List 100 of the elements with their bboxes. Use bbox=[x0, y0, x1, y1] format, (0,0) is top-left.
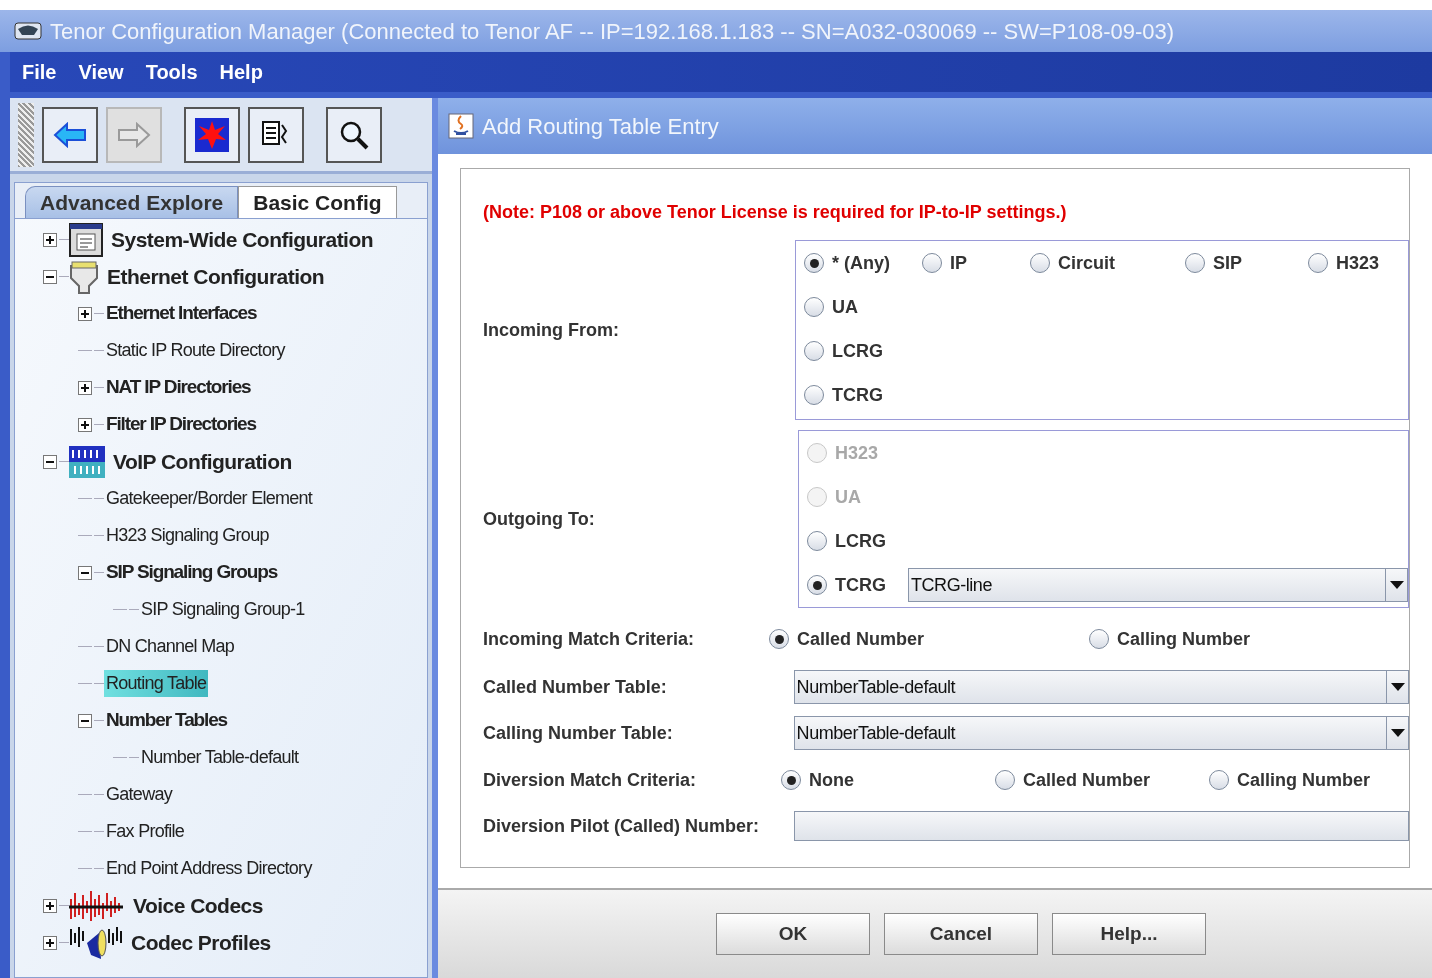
field-label: Called Number Table: bbox=[483, 675, 668, 699]
tree-item[interactable]: End Point Address Directory bbox=[104, 855, 314, 882]
option-label: SIP bbox=[1213, 251, 1242, 275]
expand-toggle[interactable] bbox=[78, 380, 92, 395]
option-label: TCRG bbox=[832, 383, 883, 407]
expand-toggle[interactable] bbox=[78, 417, 92, 432]
dropdown[interactable]: NumberTable-default bbox=[793, 716, 1409, 750]
radio-button[interactable] bbox=[1209, 770, 1229, 790]
radio-button[interactable] bbox=[804, 253, 824, 273]
collapse-toggle[interactable] bbox=[43, 269, 57, 284]
expand-toggle[interactable] bbox=[43, 232, 57, 247]
tree-item[interactable]: SIP Signaling Groups bbox=[104, 558, 280, 587]
tree-item[interactable]: Filter IP Directories bbox=[104, 410, 258, 439]
expand-toggle[interactable] bbox=[78, 306, 92, 321]
radio-button[interactable] bbox=[807, 575, 827, 595]
java-icon bbox=[448, 113, 474, 139]
option-label: H323 bbox=[835, 441, 879, 465]
dialog-button[interactable]: OK bbox=[716, 913, 870, 955]
tree-item[interactable]: Ethernet Configuration bbox=[105, 260, 327, 293]
caret-icon bbox=[1390, 683, 1405, 691]
radio-button[interactable] bbox=[804, 341, 824, 361]
radio-button[interactable] bbox=[781, 770, 801, 790]
menu-item[interactable]: View bbox=[78, 57, 124, 87]
option-label: LCRG bbox=[832, 339, 883, 363]
field-label: Diversion Match Criteria: bbox=[483, 768, 698, 792]
tree-item[interactable]: Codec Profiles bbox=[129, 926, 273, 959]
dialog-button[interactable]: Help... bbox=[1052, 913, 1206, 955]
input-field[interactable] bbox=[793, 811, 1409, 841]
tree-item[interactable]: Ethernet Interfaces bbox=[104, 299, 259, 328]
waveform-icon bbox=[69, 888, 125, 923]
option-label: LCRG bbox=[835, 529, 886, 553]
tree-item[interactable]: System-Wide Configuration bbox=[109, 223, 376, 256]
option-label: IP bbox=[950, 251, 967, 275]
option-label: UA bbox=[835, 485, 861, 509]
expand-toggle[interactable] bbox=[43, 935, 57, 950]
option-label: Called Number bbox=[797, 627, 925, 651]
option-label: TCRG bbox=[835, 573, 886, 597]
radio-button[interactable] bbox=[804, 297, 824, 317]
option-label: H323 bbox=[1336, 251, 1380, 275]
license-note: (Note: P108 or above Tenor License is required for IP-to-IP settings.) bbox=[483, 201, 1068, 224]
field-label: Diversion Pilot (Called) Number: bbox=[483, 814, 761, 838]
tab[interactable]: Advanced Explore bbox=[25, 186, 239, 218]
expand-toggle[interactable] bbox=[43, 898, 57, 913]
app-icon bbox=[14, 20, 42, 42]
radio-button[interactable] bbox=[1030, 253, 1050, 273]
toolbar-button[interactable] bbox=[184, 106, 240, 163]
field-label: Incoming From: bbox=[483, 318, 620, 342]
option-label: Calling Number bbox=[1237, 768, 1370, 792]
menu-item[interactable]: File bbox=[22, 57, 57, 87]
left-arrow-icon bbox=[53, 121, 87, 148]
caret-icon bbox=[1389, 581, 1404, 589]
radio-button[interactable] bbox=[1185, 253, 1205, 273]
option-label: Calling Number bbox=[1117, 627, 1250, 651]
right-arrow-icon bbox=[117, 121, 151, 148]
radio-button[interactable] bbox=[1089, 629, 1109, 649]
tab[interactable]: Basic Config bbox=[238, 186, 397, 218]
tree-item[interactable]: SIP Signaling Group-1 bbox=[139, 596, 307, 623]
tree-item[interactable]: Number Tables bbox=[104, 706, 230, 735]
collapse-toggle[interactable] bbox=[78, 565, 92, 580]
dialog-button[interactable]: Cancel bbox=[884, 913, 1038, 955]
tree-item[interactable]: VoIP Configuration bbox=[111, 445, 294, 478]
toolbar-grip[interactable] bbox=[18, 102, 34, 167]
tree-item[interactable]: Fax Profile bbox=[104, 818, 187, 845]
toolbar-button[interactable] bbox=[248, 106, 304, 163]
radio-button[interactable] bbox=[804, 385, 824, 405]
option-label: None bbox=[809, 768, 854, 792]
radio-button[interactable] bbox=[922, 253, 942, 273]
collapse-toggle[interactable] bbox=[43, 454, 57, 469]
window-title: Tenor Configuration Manager (Connected to Tenor AF -- IP=192.168.1.183 -- SN=A032-030069 -- SW=P108-09-03) bbox=[50, 17, 1175, 46]
option-label: Called Number bbox=[1023, 768, 1151, 792]
option-label: UA bbox=[832, 295, 858, 319]
tree-item[interactable]: H323 Signaling Group bbox=[104, 522, 271, 549]
tree-item[interactable]: Static IP Route Directory bbox=[104, 337, 287, 364]
option-label: Circuit bbox=[1058, 251, 1115, 275]
radio-button[interactable] bbox=[769, 629, 789, 649]
radio-button[interactable] bbox=[995, 770, 1015, 790]
tree-item[interactable]: Gatekeeper/Border Element bbox=[104, 485, 315, 512]
menu-item[interactable]: Help bbox=[219, 57, 263, 87]
field-label: Calling Number Table: bbox=[483, 721, 674, 745]
tree-item[interactable]: DN Channel Map bbox=[104, 633, 236, 660]
burst-icon bbox=[195, 117, 229, 152]
tree-item[interactable]: NAT IP Directories bbox=[104, 373, 253, 402]
dropdown[interactable]: TCRG-line bbox=[908, 568, 1408, 602]
field-label: Outgoing To: bbox=[483, 507, 596, 531]
dropdown[interactable]: NumberTable-default bbox=[793, 670, 1409, 704]
tree-item[interactable]: Routing Table bbox=[104, 670, 209, 697]
connector-icon bbox=[69, 259, 99, 294]
window-icon bbox=[69, 222, 103, 257]
tree-item[interactable]: Voice Codecs bbox=[131, 889, 265, 922]
toolbar-button[interactable] bbox=[42, 106, 98, 163]
dialog-title: Add Routing Table Entry bbox=[482, 112, 719, 141]
tree-item[interactable]: Number Table-default bbox=[139, 744, 301, 771]
menu-item[interactable]: Tools bbox=[145, 57, 198, 87]
radio-button[interactable] bbox=[1308, 253, 1328, 273]
tree-item[interactable]: Gateway bbox=[104, 781, 174, 808]
toolbar-button[interactable] bbox=[326, 106, 382, 163]
waveform-icon bbox=[69, 924, 123, 961]
radio-button[interactable] bbox=[807, 531, 827, 551]
binary-icon bbox=[69, 445, 105, 478]
collapse-toggle[interactable] bbox=[78, 713, 92, 728]
